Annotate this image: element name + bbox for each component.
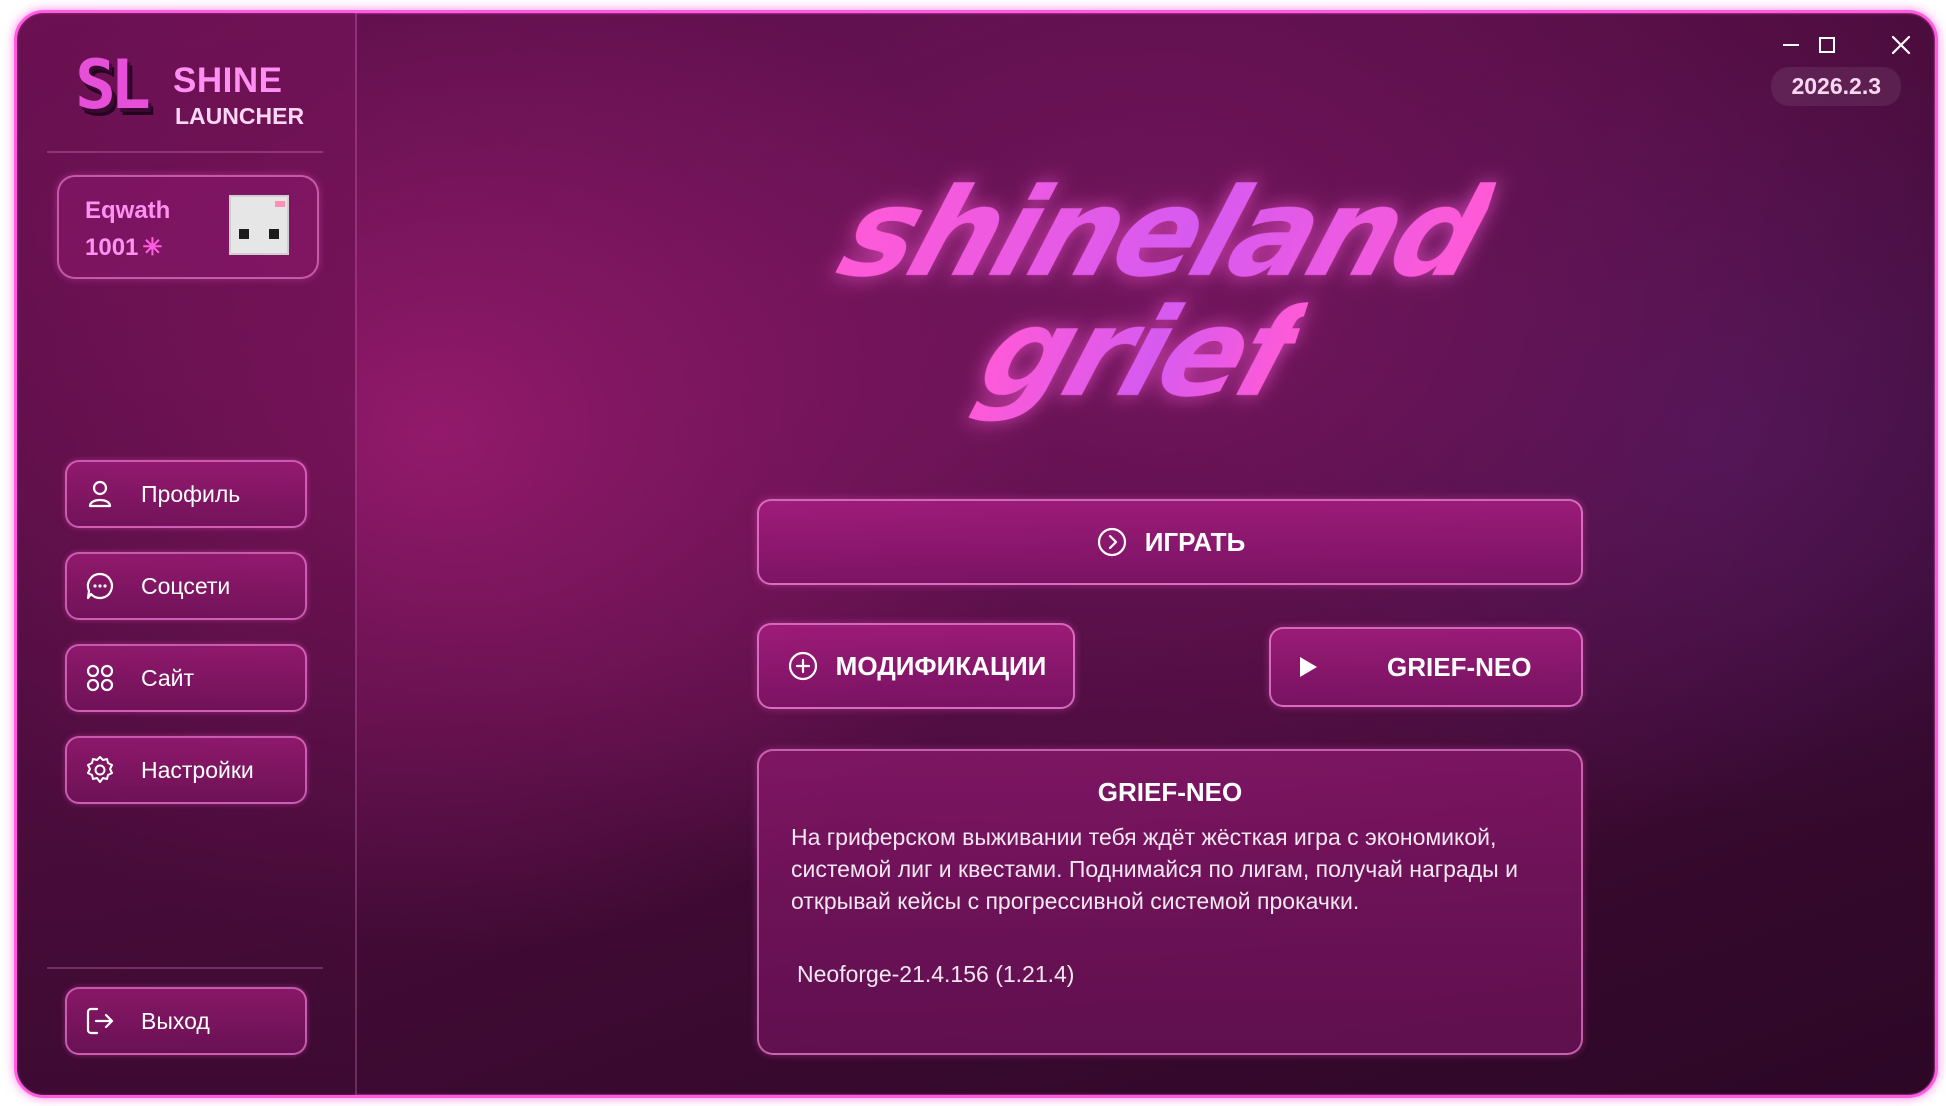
sparkle-icon: ✳	[142, 234, 163, 261]
mods-button[interactable]: МОДИФИКАЦИИ	[757, 623, 1075, 709]
logout-button[interactable]: Выход	[65, 987, 307, 1055]
user-icon	[85, 479, 115, 509]
mods-label: МОДИФИКАЦИИ	[835, 650, 1047, 681]
hero-title-line2: grief	[963, 282, 1316, 424]
nav-settings-label: Настройки	[141, 756, 254, 783]
play-triangle-icon	[1291, 650, 1325, 684]
server-info-description: На гриферском выживании тебя ждёт жёстка…	[791, 824, 1518, 914]
close-button-spacer	[1847, 27, 1883, 63]
chat-bubble-icon	[85, 571, 115, 601]
plus-circle-icon	[786, 649, 820, 683]
sidebar-divider-bottom	[47, 967, 323, 969]
server-select-button[interactable]: GRIEF-NEO	[1269, 627, 1583, 707]
maximize-button[interactable]	[1809, 27, 1845, 63]
user-card[interactable]: Eqwath 1001 ✳	[57, 175, 319, 279]
play-label: ИГРАТЬ	[1144, 526, 1246, 557]
minimize-icon	[1783, 44, 1799, 46]
grid-icon	[85, 663, 115, 693]
nav-settings-button[interactable]: Настройки	[65, 736, 307, 804]
sidebar: SL SHINE LAUNCHER Eqwath 1001✳ Профиль	[17, 13, 357, 1095]
server-info-version: Neoforge-21.4.156 (1.21.4)	[797, 961, 1075, 987]
user-balance: 1001 ✳	[85, 233, 163, 262]
minimize-button[interactable]	[1773, 27, 1809, 63]
app-subtitle: LAUNCHER	[175, 103, 305, 129]
sidebar-divider	[47, 151, 323, 153]
app-title: SHINE	[173, 61, 283, 100]
server-info-panel: GRIEF-NEO На гриферском выживании тебя ж…	[757, 749, 1583, 1055]
server-info-title: GRIEF-NEO	[1097, 777, 1243, 807]
play-button[interactable]: ИГРАТЬ	[757, 499, 1583, 585]
nav-profile-label: Профиль	[141, 480, 241, 507]
nav-site-label: Сайт	[141, 664, 195, 691]
maximize-icon	[1819, 37, 1835, 53]
logout-label: Выход	[141, 1007, 210, 1034]
logo-mark: SL	[75, 46, 151, 125]
play-circle-icon	[1095, 525, 1129, 559]
gear-icon	[85, 755, 115, 785]
logout-icon	[85, 1006, 115, 1036]
close-button[interactable]	[1883, 27, 1919, 63]
nav-site-button[interactable]: Сайт	[65, 644, 307, 712]
hero-logo: shineland grief	[797, 162, 1557, 463]
balance-value: 1001	[85, 234, 139, 261]
username: Eqwath	[85, 197, 171, 224]
server-select-label: GRIEF-NEO	[1387, 651, 1532, 682]
nav-profile-button[interactable]: Профиль	[65, 460, 307, 528]
nav-social-label: Соцсети	[141, 572, 231, 599]
close-icon	[1891, 35, 1911, 55]
version-badge: 2026.2.3	[1771, 67, 1901, 106]
launcher-window: SL SHINE LAUNCHER Eqwath 1001✳ Профиль	[14, 10, 1938, 1098]
nav-social-button[interactable]: Соцсети	[65, 552, 307, 620]
app-logo: SL SHINE LAUNCHER	[75, 51, 315, 131]
avatar	[229, 195, 289, 255]
